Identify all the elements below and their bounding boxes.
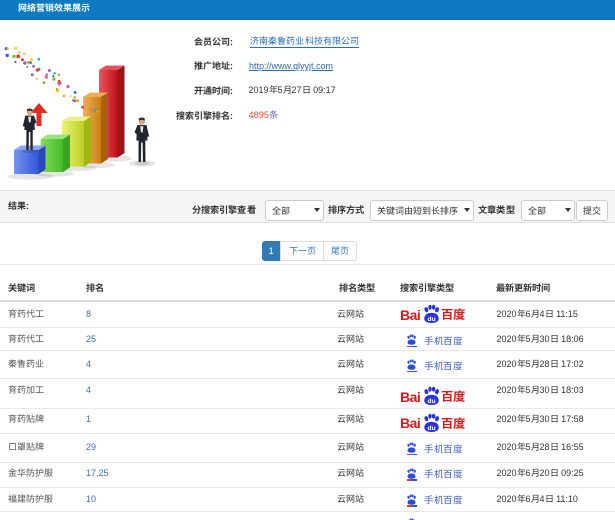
svg-text:du: du [427, 398, 435, 405]
svg-text:du: du [427, 316, 435, 323]
svg-text:du: du [427, 425, 435, 432]
